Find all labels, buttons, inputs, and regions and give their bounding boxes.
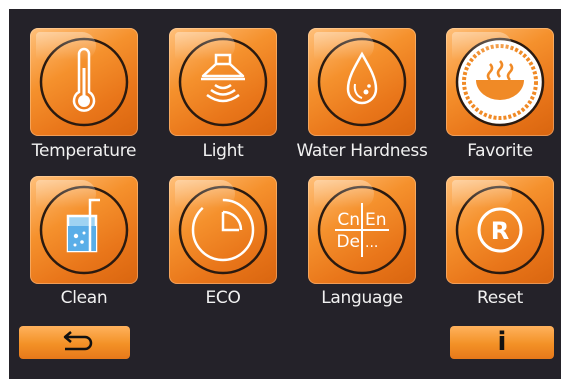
hood-light-icon bbox=[178, 37, 268, 127]
reset-tile[interactable]: R bbox=[446, 176, 554, 284]
language-cn-text: Cn bbox=[337, 210, 360, 230]
light-tile[interactable] bbox=[169, 28, 277, 136]
clean-label: Clean bbox=[60, 288, 108, 308]
language-de-text: De bbox=[336, 232, 360, 252]
settings-screen: Temperature Light Water Hardness Favorit… bbox=[9, 9, 561, 379]
water-drop-icon bbox=[317, 37, 407, 127]
language-en-text: En bbox=[365, 210, 387, 230]
temperature-label: Temperature bbox=[31, 141, 137, 161]
info-button[interactable]: i bbox=[450, 326, 554, 359]
clean-tile[interactable] bbox=[30, 176, 138, 284]
favorite-label: Favorite bbox=[467, 141, 533, 161]
temperature-tile[interactable] bbox=[30, 28, 138, 136]
back-button[interactable] bbox=[19, 326, 130, 359]
glass-bubbles-icon bbox=[39, 185, 129, 275]
bowl-icon bbox=[455, 37, 545, 127]
eco-label: ECO bbox=[205, 288, 241, 308]
thermometer-icon bbox=[39, 37, 129, 127]
language-label: Language bbox=[321, 288, 403, 308]
info-label: i bbox=[497, 327, 507, 357]
favorite-tile[interactable] bbox=[446, 28, 554, 136]
reset-r-letter: R bbox=[491, 217, 509, 245]
language-tile[interactable]: Cn En De ... bbox=[308, 176, 416, 284]
water-hardness-tile[interactable] bbox=[308, 28, 416, 136]
clock-icon bbox=[178, 185, 268, 275]
light-label: Light bbox=[202, 141, 244, 161]
registered-r-icon: R bbox=[455, 185, 545, 275]
return-arrow-icon bbox=[63, 331, 93, 351]
eco-tile[interactable] bbox=[169, 176, 277, 284]
water-hardness-label: Water Hardness bbox=[296, 141, 428, 161]
reset-label: Reset bbox=[477, 288, 523, 308]
language-more-text: ... bbox=[365, 235, 378, 251]
language-icon: Cn En De ... bbox=[317, 185, 407, 275]
